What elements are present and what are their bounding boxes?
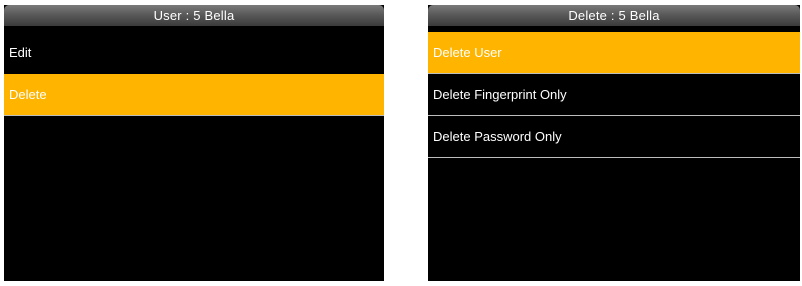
menu-item-edit[interactable]: Edit [4,32,384,74]
user-menu-screen: User : 5 Bella Edit Delete [4,5,384,281]
user-menu-list: Edit Delete [4,32,384,116]
delete-menu-screen: Delete : 5 Bella Delete User Delete Fing… [428,5,800,281]
delete-menu-list: Delete User Delete Fingerprint Only Dele… [428,32,800,158]
menu-item-delete-password-only[interactable]: Delete Password Only [428,116,800,158]
menu-item-delete-user[interactable]: Delete User [428,32,800,74]
menu-item-delete[interactable]: Delete [4,74,384,116]
menu-item-delete-fingerprint-only[interactable]: Delete Fingerprint Only [428,74,800,116]
user-menu-title: User : 5 Bella [4,5,384,26]
delete-menu-title: Delete : 5 Bella [428,5,800,26]
